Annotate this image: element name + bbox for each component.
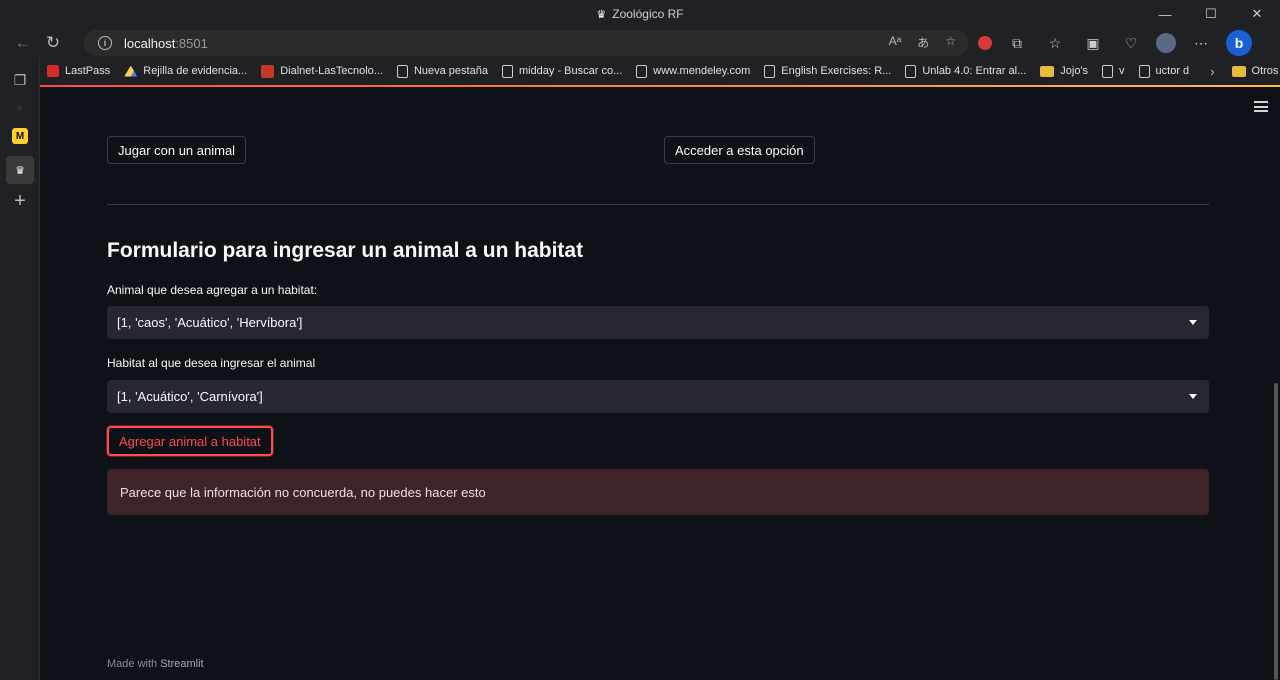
page-icon [636,64,648,78]
bookmark-item[interactable]: Jojo's [1033,60,1095,82]
tabs-icon[interactable]: ❐ [10,70,30,90]
favorites-icon[interactable]: ☆ [1042,30,1068,56]
habitat-select-value: [1, 'Acuático', 'Carnívora'] [117,389,263,404]
window-title-text: Zoológico RF [612,7,684,21]
refresh-button[interactable]: ↻ [38,30,68,56]
avatar[interactable] [1156,33,1176,53]
bookmark-label: Rejilla de evidencia... [143,65,248,77]
animal-select-label: Animal que desea agregar a un habitat: [107,283,318,297]
performance-icon[interactable]: ♡ [1118,30,1144,56]
bookmark-item[interactable]: Nueva pestaña [390,60,495,82]
bookmark-item[interactable]: www.mendeley.com [629,60,757,82]
bookmark-item[interactable]: LastPass [40,60,117,82]
divider [107,204,1209,205]
window-title: ♛ Zoológico RF [596,7,683,21]
bookmark-item[interactable]: Unlab 4.0: Entrar al... [898,60,1033,82]
footer: Made with Streamlit [107,658,204,670]
address-host: localhost [124,35,176,51]
bookmark-label: uctor d [1155,65,1190,77]
drive-icon [124,65,138,77]
close-button[interactable]: ✕ [1234,0,1280,28]
bookmark-label: Unlab 4.0: Entrar al... [922,65,1027,77]
minimize-button[interactable]: — [1142,0,1188,28]
bookmark-item[interactable]: v [1095,60,1132,82]
miro-icon[interactable]: M [12,128,28,144]
extension-icon[interactable] [978,36,992,50]
bookmark-other-favorites[interactable]: Otros favoritos [1225,60,1280,82]
active-tab-icon[interactable]: ♛ [6,156,34,184]
address-port: :8501 [175,35,208,51]
bookmarks-bar: LastPass Rejilla de evidencia... Dialnet… [40,58,1280,84]
crown-icon: ♛ [596,8,607,21]
page-title: Formulario para ingresar un animal a un … [107,239,584,262]
add-animal-button[interactable]: Agregar animal a habitat [107,426,273,456]
chevron-down-icon [1189,320,1197,325]
menu-icon[interactable] [1254,101,1268,112]
access-option-button[interactable]: Acceder a esta opción [664,136,815,164]
plus-icon[interactable]: + [10,190,30,212]
page-icon [764,64,776,78]
habitat-select-label: Habitat al que desea ingresar el animal [107,356,316,370]
bookmark-label: Nueva pestaña [413,65,488,77]
search-icon[interactable]: ⌕ [10,98,30,118]
page-icon [1102,64,1114,78]
address-bar-actions: Aᵃ あ ☆ [889,34,956,51]
habitat-select[interactable]: [1, 'Acuático', 'Carnívora'] [107,380,1209,413]
animal-select-value: [1, 'caos', 'Acuático', 'Hervíbora'] [117,315,303,330]
bookmark-item[interactable]: uctor d [1132,60,1197,82]
bookmark-item[interactable]: Dialnet-LasTecnolo... [254,60,390,82]
footer-brand-link[interactable]: Streamlit [160,658,203,670]
bing-icon[interactable]: b [1226,30,1252,56]
maximize-button[interactable]: ☐ [1188,0,1234,28]
error-alert: Parece que la información no concuerda, … [107,469,1209,515]
bookmark-label: LastPass [65,65,111,77]
back-button[interactable]: ← [8,30,38,56]
animal-select[interactable]: [1, 'caos', 'Acuático', 'Hervíbora'] [107,306,1209,339]
bookmark-label: www.mendeley.com [653,65,751,77]
pdf-icon [261,64,275,78]
read-aloud-icon[interactable]: Aᵃ [889,34,901,51]
window-titlebar: ♛ Zoológico RF — ☐ ✕ [0,0,1280,28]
browser-toolbar: ← ↻ i localhost:8501 Aᵃ あ ☆ ⧉ ☆ ▣ ♡ ⋯ b [0,28,1280,58]
bookmark-label: Otros favoritos [1251,65,1280,77]
page-icon [1138,64,1150,78]
browser-extensions: ⧉ ☆ ▣ ♡ ⋯ b [978,28,1252,58]
address-bar[interactable]: i localhost:8501 Aᵃ あ ☆ [84,30,968,56]
bookmark-item[interactable]: midday - Buscar co... [495,60,629,82]
app-content: Jugar con un animal Acceder a esta opció… [40,87,1280,680]
info-icon[interactable]: i [98,36,112,50]
play-animal-button[interactable]: Jugar con un animal [107,136,247,164]
window-controls: — ☐ ✕ [1142,0,1280,28]
error-message: Parece que la información no concuerda, … [120,484,486,500]
translate-icon[interactable]: あ [917,34,929,51]
page-icon [501,64,513,78]
bookmark-label: midday - Buscar co... [518,65,623,77]
collections-icon[interactable]: ▣ [1080,30,1106,56]
lastpass-icon [47,65,59,77]
bookmark-label: v [1119,65,1125,77]
scrollbar[interactable] [1274,383,1278,680]
chevron-down-icon [1189,394,1197,399]
bookmark-item[interactable]: Rejilla de evidencia... [117,60,254,82]
folder-icon [1231,65,1246,77]
browser-sidebar: ❐ ⌕ M ♛ + [0,58,40,680]
add-favorite-icon[interactable]: ☆ [945,34,956,51]
page-icon [396,64,408,78]
bookmark-item[interactable]: English Exercises: R... [757,60,898,82]
bookmark-label: Dialnet-LasTecnolo... [280,65,383,77]
extensions-icon[interactable]: ⧉ [1004,30,1030,56]
chevron-right-icon[interactable]: › [1210,64,1214,79]
more-icon[interactable]: ⋯ [1188,30,1214,56]
folder-icon [1040,65,1055,77]
bookmark-label: Jojo's [1060,65,1089,77]
footer-prefix: Made with [107,658,158,670]
page-icon [905,64,917,78]
bookmark-label: English Exercises: R... [781,65,892,77]
